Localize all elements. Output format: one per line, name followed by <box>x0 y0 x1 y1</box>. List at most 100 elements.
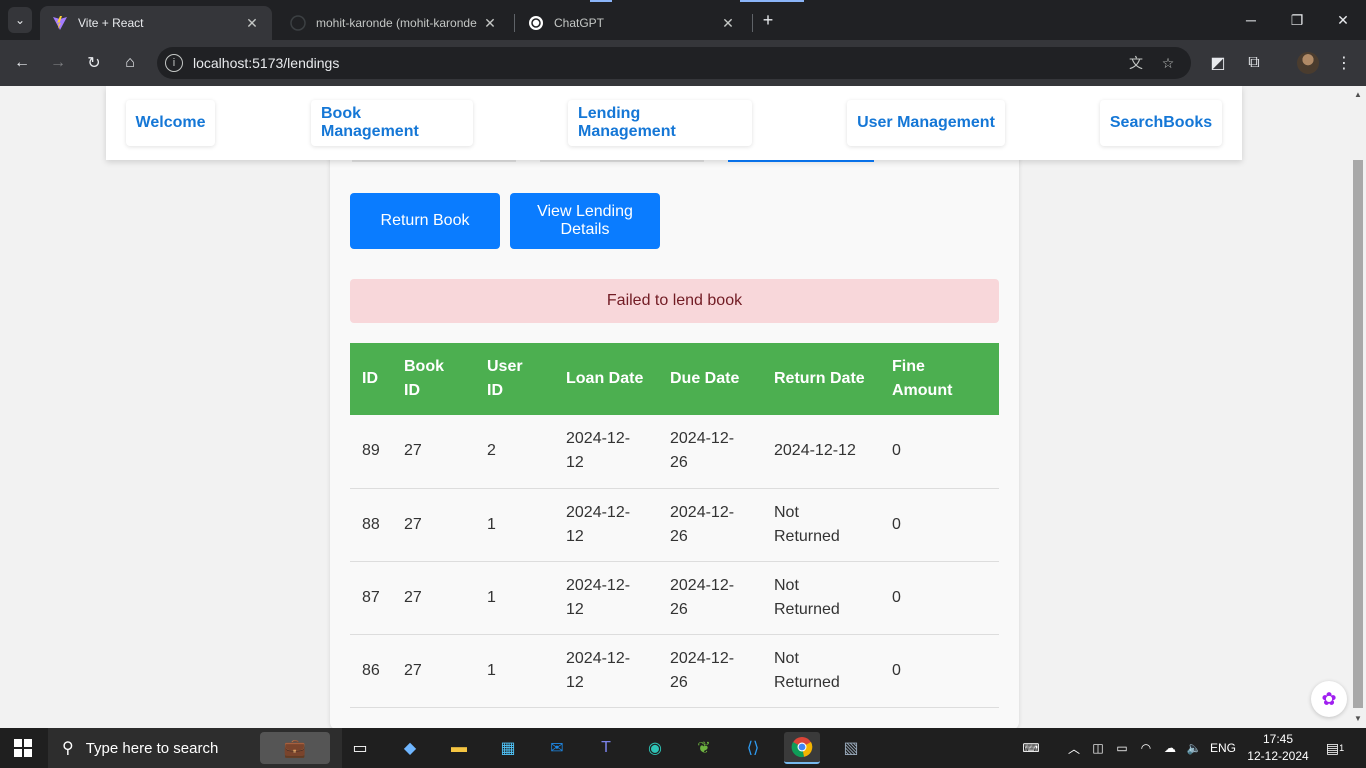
tab-vite-react[interactable]: Vite + React ✕ <box>40 6 272 40</box>
url-text[interactable]: localhost:5173/lendings <box>193 55 339 71</box>
close-window-icon[interactable]: ✕ <box>1320 0 1366 40</box>
clock-time: 17:45 <box>1262 732 1294 746</box>
new-tab-icon[interactable]: + <box>758 9 778 31</box>
vite-icon <box>52 15 68 31</box>
puzzle-extensions-icon[interactable]: ⧉ <box>1242 51 1266 75</box>
microsoft-store-icon[interactable]: ▦ <box>490 732 526 764</box>
windows-taskbar: ⚲ Type here to search 💼 ▭ ◆ ▬ ▦ ✉ T ◉ ❦ … <box>0 728 1366 768</box>
mysql-workbench-icon[interactable]: ▧ <box>833 732 869 764</box>
view-lending-details-button[interactable]: View Lending Details <box>510 193 660 249</box>
nav-book-management[interactable]: Book Management <box>311 100 473 146</box>
column-header: Due Date <box>658 343 762 415</box>
menu-kebab-icon[interactable]: ⋮ <box>1332 51 1356 75</box>
browser-tab-strip: ⌄ Vite + React ✕ mohit-karonde (mohit-ka… <box>0 0 1366 40</box>
cell-due-date: 2024-12-26 <box>658 415 762 489</box>
table-header-row: ID Book ID User ID Loan Date Due Date Re… <box>350 343 999 415</box>
teams-icon[interactable]: T <box>588 732 624 764</box>
language-indicator[interactable]: ENG <box>1208 728 1238 768</box>
close-tab-icon[interactable]: ✕ <box>482 15 498 32</box>
tab-separator <box>514 14 515 32</box>
tab-title: mohit-karonde (mohit-karonde <box>316 16 477 30</box>
keyboard-icon[interactable]: ⌨ <box>1016 728 1046 768</box>
nav-search-books[interactable]: SearchBooks <box>1100 100 1222 146</box>
show-hidden-icons-icon[interactable]: ︿ <box>1064 728 1084 768</box>
forward-arrow-icon[interactable]: → <box>46 51 70 75</box>
scroll-down-icon[interactable]: ▼ <box>1353 714 1363 724</box>
cell-user-id: 2 <box>475 415 554 489</box>
cell-loan-date: 2024-12-12 <box>554 561 658 635</box>
cell-return-date: Not Returned <box>762 488 880 562</box>
notification-count: 1 <box>1339 743 1345 753</box>
back-arrow-icon[interactable]: ← <box>10 51 34 75</box>
notification-center-icon[interactable]: ▤ 1 <box>1322 728 1348 768</box>
cell-book-id: 27 <box>392 634 475 708</box>
spring-tools-icon[interactable]: ❦ <box>686 732 722 764</box>
reload-icon[interactable]: ↻ <box>82 51 106 75</box>
return-book-button[interactable]: Return Book <box>350 193 500 249</box>
column-header: User ID <box>475 343 554 415</box>
table-row: 86 27 1 2024-12-12 2024-12-26 Not Return… <box>350 634 999 708</box>
bookmark-star-icon[interactable]: ☆ <box>1158 53 1178 73</box>
chrome-icon[interactable] <box>784 732 820 764</box>
battery-icon[interactable]: ▭ <box>1112 728 1132 768</box>
table-row: 87 27 1 2024-12-12 2024-12-26 Not Return… <box>350 561 999 635</box>
nav-user-management[interactable]: User Management <box>847 100 1005 146</box>
page-scrollbar[interactable]: ▲ ▼ <box>1350 86 1366 728</box>
meet-now-icon[interactable]: ◫ <box>1088 728 1108 768</box>
tab-loading-indicator <box>590 0 612 2</box>
address-bar[interactable]: i localhost:5173/lendings 文 ☆ <box>157 47 1191 79</box>
close-tab-icon[interactable]: ✕ <box>244 15 260 32</box>
column-header: ID <box>350 343 392 415</box>
edge-icon[interactable]: ◉ <box>637 732 673 764</box>
scroll-up-icon[interactable]: ▲ <box>1353 90 1363 100</box>
windows-start-icon[interactable] <box>14 739 32 757</box>
onedrive-icon[interactable]: ☁ <box>1160 728 1180 768</box>
tab-separator <box>752 14 753 32</box>
tab-chatgpt[interactable]: ChatGPT ✕ <box>516 6 748 40</box>
column-header: Return Date <box>762 343 880 415</box>
site-info-icon[interactable]: i <box>165 54 183 72</box>
cell-loan-date: 2024-12-12 <box>554 488 658 562</box>
clock-date: 12-12-2024 <box>1247 749 1309 763</box>
profile-avatar[interactable] <box>1297 52 1319 74</box>
cell-due-date: 2024-12-26 <box>658 561 762 635</box>
cell-id: 88 <box>350 488 392 562</box>
tab-search-button[interactable]: ⌄ <box>8 7 32 33</box>
table-row: 88 27 1 2024-12-12 2024-12-26 Not Return… <box>350 488 999 562</box>
vscode-icon[interactable]: ⟨⟩ <box>735 732 771 764</box>
extension-icon[interactable]: ◩ <box>1206 51 1230 75</box>
cell-loan-date: 2024-12-12 <box>554 634 658 708</box>
home-icon[interactable]: ⌂ <box>118 51 142 75</box>
close-tab-icon[interactable]: ✕ <box>720 15 736 32</box>
outlook-icon[interactable]: ✉ <box>539 732 575 764</box>
volume-icon[interactable]: 🔈 <box>1184 728 1204 768</box>
file-explorer-icon[interactable]: ▬ <box>441 732 477 764</box>
column-header: Book ID <box>392 343 475 415</box>
briefcase-icon[interactable]: 💼 <box>260 732 330 764</box>
scrollbar-thumb[interactable] <box>1353 160 1363 708</box>
nav-lending-management[interactable]: Lending Management <box>568 100 752 146</box>
network-icon[interactable]: ◠ <box>1136 728 1156 768</box>
error-alert: Failed to lend book <box>350 279 999 323</box>
search-placeholder: Type here to search <box>85 739 219 757</box>
github-icon <box>290 15 306 31</box>
tab-title: ChatGPT <box>554 16 605 30</box>
task-view-icon[interactable]: ▭ <box>342 732 378 764</box>
search-icon: ⚲ <box>62 740 74 757</box>
minimize-icon[interactable]: ─ <box>1228 0 1274 40</box>
cell-fine-amount: 0 <box>880 634 999 708</box>
cell-id: 86 <box>350 634 392 708</box>
brain-extension-icon[interactable]: ✿ <box>1311 681 1347 717</box>
cell-fine-amount: 0 <box>880 415 999 489</box>
cell-loan-date: 2024-12-12 <box>554 415 658 489</box>
copilot-icon[interactable]: ◆ <box>392 732 428 764</box>
cell-return-date: 2024-12-12 <box>762 415 880 489</box>
taskbar-search[interactable]: ⚲ Type here to search 💼 <box>48 728 342 768</box>
page-viewport: Welcome Book Management Lending Manageme… <box>0 86 1350 728</box>
nav-welcome[interactable]: Welcome <box>126 100 215 146</box>
translate-icon[interactable]: 文 <box>1126 53 1146 73</box>
taskbar-clock[interactable]: 17:45 12-12-2024 <box>1246 731 1310 765</box>
tab-github[interactable]: mohit-karonde (mohit-karonde ✕ <box>278 6 510 40</box>
cell-fine-amount: 0 <box>880 488 999 562</box>
restore-icon[interactable]: ❐ <box>1274 0 1320 40</box>
